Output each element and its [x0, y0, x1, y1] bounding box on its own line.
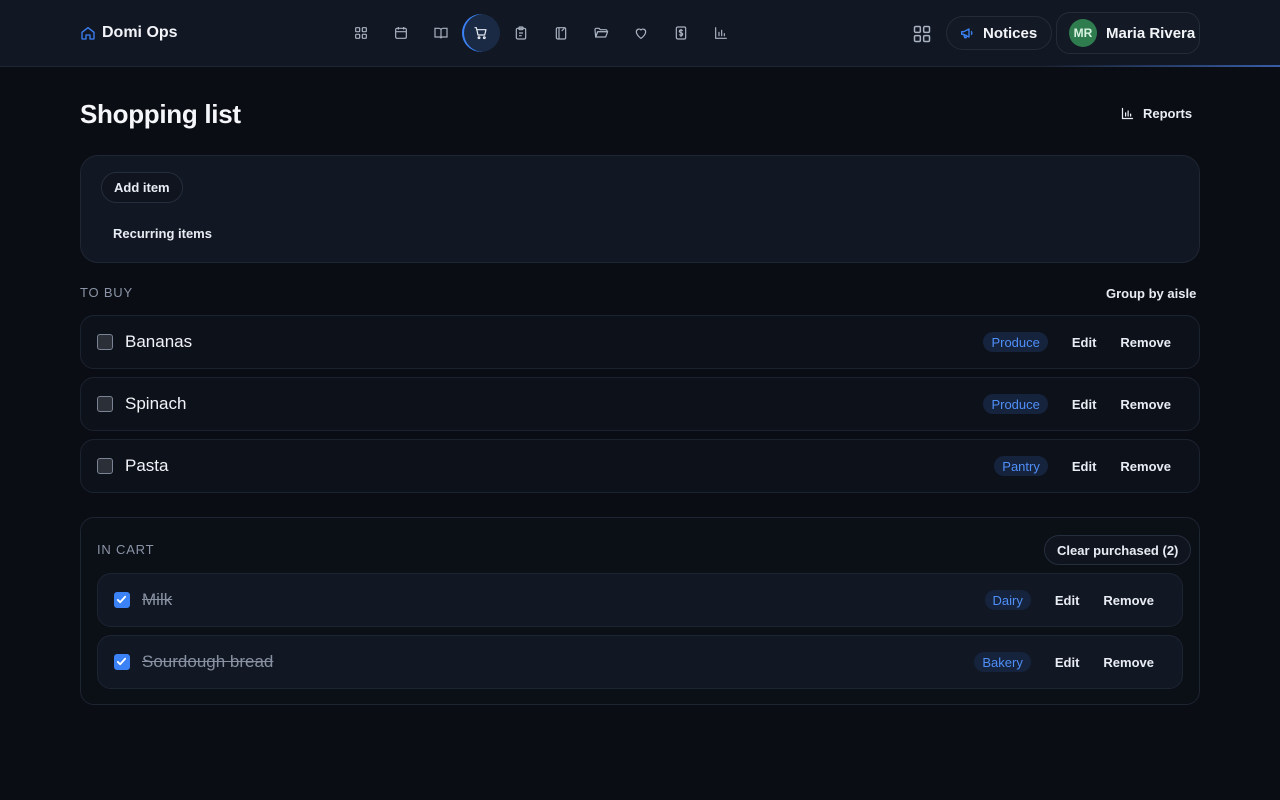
user-menu[interactable]: MR Maria Rivera	[1056, 12, 1200, 54]
folder-icon	[594, 27, 609, 38]
avatar: MR	[1069, 19, 1097, 47]
edit-button[interactable]: Edit	[1043, 589, 1092, 611]
remove-button[interactable]: Remove	[1108, 455, 1183, 477]
brand-name: Domi Ops	[102, 24, 178, 41]
item-name: Bananas	[125, 332, 193, 351]
book-icon	[434, 27, 448, 39]
aisle-tag: Pantry	[994, 456, 1048, 476]
nav-recipes[interactable]	[422, 14, 460, 52]
nav-notes[interactable]	[542, 14, 580, 52]
list-item: Spinach Produce Edit Remove	[80, 377, 1200, 431]
list-item: Sourdough bread Bakery Edit Remove	[97, 635, 1183, 689]
chart-icon	[715, 27, 727, 39]
dollar-icon	[675, 26, 687, 40]
item-checkbox[interactable]	[97, 396, 113, 412]
nav-calendar[interactable]	[382, 14, 420, 52]
nav-budget[interactable]	[662, 14, 700, 52]
bar-chart-icon	[1121, 107, 1134, 119]
edit-button[interactable]: Edit	[1060, 455, 1109, 477]
actions-card: Add item Recurring items	[80, 155, 1200, 263]
megaphone-icon	[961, 28, 973, 39]
notices-button[interactable]: Notices	[946, 16, 1053, 50]
notebook-icon	[555, 27, 567, 40]
edit-button[interactable]: Edit	[1060, 393, 1109, 415]
nav-documents[interactable]	[582, 14, 620, 52]
item-checkbox[interactable]	[114, 592, 130, 608]
brand[interactable]: Domi Ops	[80, 22, 178, 44]
remove-button[interactable]: Remove	[1091, 651, 1166, 673]
checkmark-icon	[116, 595, 127, 604]
apps-grid-icon	[913, 25, 931, 43]
remove-button[interactable]: Remove	[1091, 589, 1166, 611]
user-name: Maria Rivera	[1106, 24, 1196, 42]
heart-icon	[635, 28, 647, 39]
recurring-items-button[interactable]: Recurring items	[101, 218, 224, 248]
nav-tasks[interactable]	[502, 14, 540, 52]
list-item: Pasta Pantry Edit Remove	[80, 439, 1200, 493]
clear-purchased-button[interactable]: Clear purchased (2)	[1044, 535, 1192, 565]
nav-health[interactable]	[622, 14, 660, 52]
item-name: Milk	[142, 590, 173, 609]
group-by-aisle-button[interactable]: Group by aisle	[1094, 282, 1208, 304]
apps-button[interactable]	[906, 18, 938, 50]
reports-button[interactable]: Reports	[1108, 96, 1204, 130]
item-name: Pasta	[125, 456, 169, 475]
item-checkbox[interactable]	[97, 458, 113, 474]
cart-icon	[474, 27, 487, 40]
aisle-tag: Produce	[983, 332, 1048, 352]
nav-shopping[interactable]	[462, 14, 500, 52]
list-item: Bananas Produce Edit Remove	[80, 315, 1200, 369]
page-title: Shopping list	[80, 99, 241, 129]
aisle-tag: Produce	[983, 394, 1048, 414]
nav-reports[interactable]	[702, 14, 740, 52]
top-bar: Domi Ops Notices MR Maria Rivera	[0, 0, 1280, 67]
main-nav	[342, 14, 740, 52]
home-icon	[81, 27, 95, 40]
notices-label: Notices	[983, 24, 1038, 42]
item-checkbox[interactable]	[114, 654, 130, 670]
item-checkbox[interactable]	[97, 334, 113, 350]
in-cart-card: IN CART Clear purchased (2) Milk Dairy E…	[80, 517, 1200, 705]
to-buy-heading: TO BUY	[80, 285, 133, 300]
aisle-tag: Bakery	[974, 652, 1031, 672]
remove-button[interactable]: Remove	[1108, 331, 1183, 353]
reports-label: Reports	[1143, 105, 1193, 121]
edit-button[interactable]: Edit	[1060, 331, 1109, 353]
grid-icon	[355, 27, 367, 39]
in-cart-heading: IN CART	[97, 542, 155, 557]
add-item-button[interactable]: Add item	[101, 172, 183, 203]
item-name: Sourdough bread	[142, 652, 274, 671]
list-item: Milk Dairy Edit Remove	[97, 573, 1183, 627]
nav-dashboard[interactable]	[342, 14, 380, 52]
checkmark-icon	[116, 657, 127, 666]
edit-button[interactable]: Edit	[1043, 651, 1092, 673]
clipboard-icon	[515, 26, 527, 40]
remove-button[interactable]: Remove	[1108, 393, 1183, 415]
item-name: Spinach	[125, 394, 187, 413]
calendar-icon	[395, 27, 407, 39]
aisle-tag: Dairy	[984, 590, 1031, 610]
